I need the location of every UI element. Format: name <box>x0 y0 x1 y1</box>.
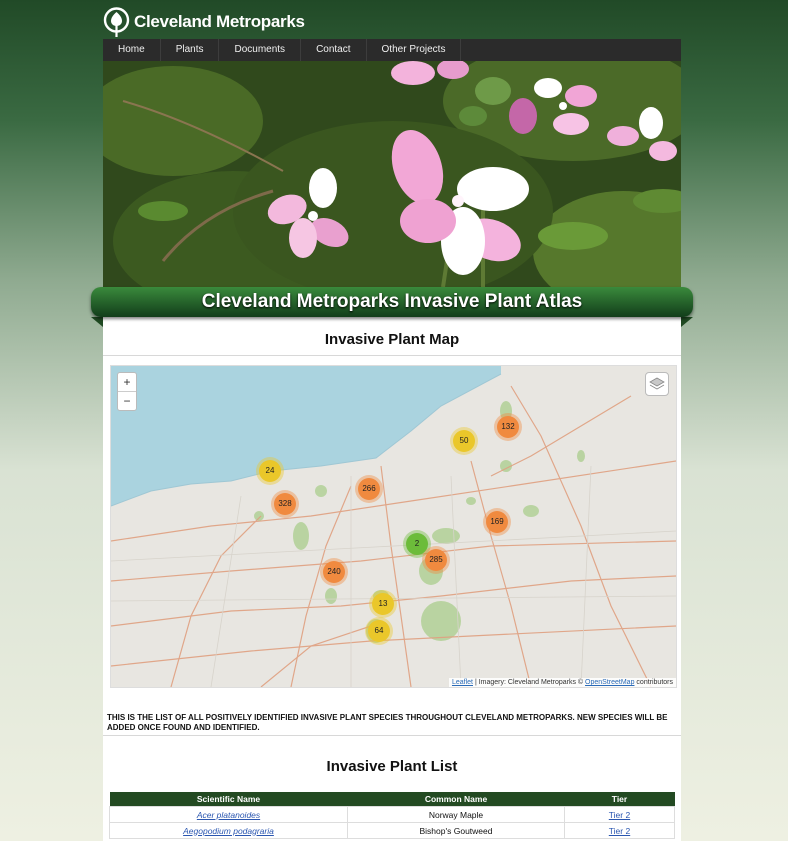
map-section-title: Invasive Plant Map <box>324 331 460 348</box>
brand-name: Cleveland Metroparks <box>134 12 305 31</box>
common-name-cell: Bishop's Goutweed <box>347 822 565 839</box>
intro-text: This is the list of all positively ident… <box>107 713 668 732</box>
nav-contact[interactable]: Contact <box>301 39 367 61</box>
table-header-row: Scientific Name Common Name Tier <box>109 792 675 807</box>
tier-cell: Tier 2 <box>564 806 675 823</box>
main-navigation: Home Plants Documents Contact Other Proj… <box>103 39 681 61</box>
marker-cluster[interactable]: 24 <box>259 460 281 482</box>
invasive-plant-map[interactable]: + − 132 50 24 266 328 169 2 285 240 13 6… <box>110 365 677 688</box>
banner-fold-right <box>681 317 693 327</box>
attribution-contributors: contributors <box>636 679 673 686</box>
common-name-cell: Norway Maple <box>347 806 565 823</box>
marker-cluster[interactable]: 240 <box>323 561 345 583</box>
banner-fold-left <box>91 317 103 327</box>
zoom-control: + − <box>117 372 137 411</box>
nav-other-projects[interactable]: Other Projects <box>367 39 462 61</box>
scientific-name-cell: Aegopodium podagraria <box>109 822 348 839</box>
scientific-name-cell: Acer platanoides <box>109 806 348 823</box>
nav-plants[interactable]: Plants <box>161 39 220 61</box>
table-row: Acer platanoides Norway Maple Tier 2 <box>109 806 675 823</box>
hero-photo-flowers <box>103 61 681 287</box>
zoom-in-button[interactable]: + <box>118 373 136 391</box>
marker-cluster[interactable]: 169 <box>486 511 508 533</box>
tier-cell: Tier 2 <box>564 822 675 839</box>
list-section-title: Invasive Plant List <box>326 758 458 775</box>
layers-control-button[interactable] <box>645 372 669 396</box>
layers-icon <box>649 377 665 390</box>
scientific-name-link[interactable]: Acer platanoides <box>197 810 260 820</box>
marker-cluster[interactable]: 285 <box>425 549 447 571</box>
divider <box>103 355 681 356</box>
nav-documents[interactable]: Documents <box>219 39 302 61</box>
column-header-scientific[interactable]: Scientific Name <box>109 792 348 807</box>
main-content: Invasive Plant Map + − 132 50 24 266 328… <box>103 317 681 841</box>
marker-cluster[interactable]: 13 <box>372 593 394 615</box>
invasive-plant-table: Scientific Name Common Name Tier Acer pl… <box>109 792 675 839</box>
tier-link[interactable]: Tier 2 <box>609 826 630 836</box>
atlas-title-banner: Cleveland Metroparks Invasive Plant Atla… <box>91 287 693 317</box>
scientific-name-link[interactable]: Aegopodium podagraria <box>183 826 274 836</box>
marker-cluster[interactable]: 132 <box>497 416 519 438</box>
marker-cluster[interactable]: 50 <box>453 430 475 452</box>
openstreetmap-link[interactable]: OpenStreetMap <box>585 679 634 686</box>
column-header-tier[interactable]: Tier <box>564 792 675 807</box>
cleveland-metroparks-logo[interactable]: Cleveland Metroparks <box>103 5 305 39</box>
marker-cluster[interactable]: 328 <box>274 493 296 515</box>
zoom-out-button[interactable]: − <box>118 391 136 410</box>
marker-cluster[interactable]: 64 <box>368 620 390 642</box>
table-row: Aegopodium podagraria Bishop's Goutweed … <box>109 822 675 839</box>
nav-home[interactable]: Home <box>103 39 161 61</box>
page-title: Cleveland Metroparks Invasive Plant Atla… <box>201 291 583 312</box>
map-tiles <box>111 366 676 687</box>
leaflet-link[interactable]: Leaflet <box>452 679 473 686</box>
map-attribution: Leaflet | Imagery: Cleveland Metroparks … <box>448 678 676 687</box>
marker-cluster[interactable]: 266 <box>358 478 380 500</box>
tree-logo-icon <box>103 6 130 37</box>
tier-link[interactable]: Tier 2 <box>609 810 630 820</box>
attribution-imagery: | Imagery: Cleveland Metroparks © <box>474 679 584 686</box>
divider <box>103 735 681 736</box>
column-header-common[interactable]: Common Name <box>347 792 565 807</box>
marker-cluster[interactable]: 2 <box>406 533 428 555</box>
